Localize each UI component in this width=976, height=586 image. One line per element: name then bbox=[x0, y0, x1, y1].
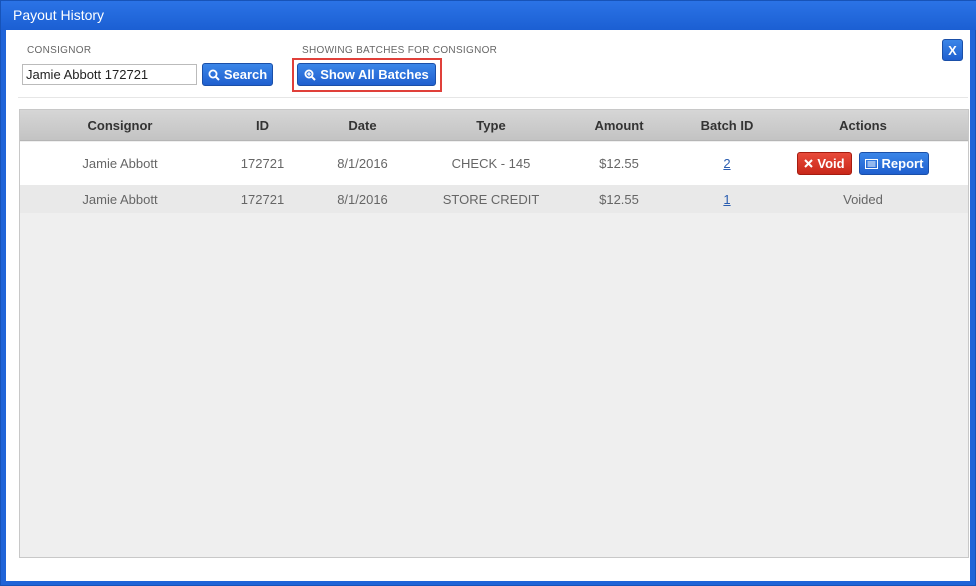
cell-date: 8/1/2016 bbox=[337, 191, 388, 207]
column-header-actions: Actions bbox=[839, 118, 887, 133]
cell-date: 8/1/2016 bbox=[337, 156, 388, 171]
cell-consignor: Jamie Abbott bbox=[82, 156, 158, 171]
cell-id: 172721 bbox=[240, 156, 285, 171]
search-button[interactable]: Search bbox=[202, 63, 273, 86]
column-header-id[interactable]: ID bbox=[220, 110, 305, 141]
consignor-search-input[interactable] bbox=[22, 64, 197, 85]
window-content: CONSIGNOR Search SHOWING BATCHES FOR CON… bbox=[6, 30, 970, 581]
search-icon bbox=[208, 69, 220, 81]
cell-id: 172721 bbox=[240, 191, 285, 207]
column-header-amount[interactable]: Amount bbox=[575, 110, 663, 141]
batch-id-link[interactable]: 1 bbox=[723, 192, 730, 207]
search-button-label: Search bbox=[223, 67, 268, 82]
x-icon bbox=[804, 159, 814, 168]
divider bbox=[18, 97, 968, 98]
report-icon bbox=[864, 158, 878, 169]
column-header-type[interactable]: Type bbox=[420, 110, 562, 141]
payout-grid: Consignor ID Date Type Amount Batch ID A… bbox=[19, 109, 969, 558]
batch-id-link[interactable]: 2 bbox=[723, 156, 730, 171]
report-button-label: Report bbox=[881, 156, 924, 171]
void-button[interactable]: Void bbox=[797, 152, 852, 175]
cell-batch-id: 1 bbox=[683, 185, 771, 213]
table-row: Jamie Abbott 172721 8/1/2016 CHECK - 145… bbox=[20, 142, 968, 185]
showing-batches-label: SHOWING BATCHES FOR CONSIGNOR bbox=[302, 45, 498, 56]
column-header-batch-id[interactable]: Batch ID bbox=[683, 110, 771, 141]
column-header-date[interactable]: Date bbox=[320, 110, 405, 141]
grid-header: Consignor ID Date Type Amount Batch ID A… bbox=[20, 110, 968, 141]
cell-type: CHECK - 145 bbox=[451, 156, 531, 171]
show-all-batches-button[interactable]: Show All Batches bbox=[297, 63, 436, 86]
close-button[interactable]: X bbox=[942, 39, 963, 61]
table-row: Jamie Abbott 172721 8/1/2016 STORE CREDI… bbox=[20, 185, 968, 213]
cell-status: Voided bbox=[843, 191, 883, 207]
report-button[interactable]: Report bbox=[859, 152, 929, 175]
column-header-consignor[interactable]: Consignor bbox=[50, 110, 190, 141]
void-button-label: Void bbox=[817, 156, 845, 171]
cell-consignor: Jamie Abbott bbox=[82, 191, 158, 207]
window-title: Payout History bbox=[1, 1, 976, 30]
payout-history-window: Payout History CONSIGNOR Search SHOWING … bbox=[0, 0, 976, 586]
cell-batch-id: 2 bbox=[683, 142, 771, 185]
consignor-label: CONSIGNOR bbox=[27, 45, 92, 56]
zoom-in-icon bbox=[304, 69, 316, 81]
cell-amount: $12.55 bbox=[599, 156, 639, 171]
cell-amount: $12.55 bbox=[599, 191, 639, 207]
cell-type: STORE CREDIT bbox=[442, 191, 540, 207]
cell-actions: Void Report bbox=[788, 142, 938, 185]
show-all-batches-label: Show All Batches bbox=[320, 67, 429, 82]
